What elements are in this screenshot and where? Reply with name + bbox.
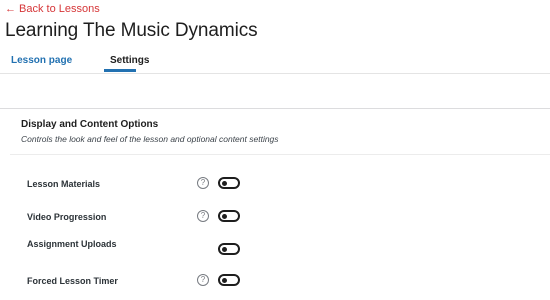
toggle-knob <box>222 278 227 283</box>
back-to-lessons-link[interactable]: ← Back to Lessons <box>5 3 100 15</box>
spacer <box>0 74 550 108</box>
panel-divider <box>0 108 550 109</box>
help-icon[interactable]: ? <box>197 210 209 222</box>
tab-lesson-page[interactable]: Lesson page <box>11 55 72 66</box>
setting-label: Forced Lesson Timer <box>27 276 118 286</box>
toggle-knob <box>222 181 227 186</box>
tab-settings[interactable]: Settings <box>110 55 149 66</box>
setting-row-lesson-materials: Lesson Materials ? <box>0 174 550 194</box>
lesson-materials-toggle[interactable] <box>218 177 240 189</box>
setting-row-forced-lesson-timer: Forced Lesson Timer ? <box>0 271 550 291</box>
tab-bar: Lesson page Settings <box>0 51 550 75</box>
section-divider <box>10 154 550 155</box>
assignment-uploads-toggle[interactable] <box>218 243 240 255</box>
setting-label: Assignment Uploads <box>27 239 117 249</box>
help-icon[interactable]: ? <box>197 177 209 189</box>
active-tab-indicator <box>104 69 136 72</box>
setting-row-video-progression: Video Progression ? <box>0 207 550 227</box>
section-title: Display and Content Options <box>21 119 159 130</box>
setting-row-assignment-uploads: Assignment Uploads <box>0 237 550 257</box>
section-description: Controls the look and feel of the lesson… <box>21 134 279 144</box>
toggle-knob <box>222 214 227 219</box>
forced-lesson-timer-toggle[interactable] <box>218 274 240 286</box>
arrow-left-icon: ← <box>5 2 16 15</box>
setting-label: Lesson Materials <box>27 179 101 189</box>
help-icon[interactable]: ? <box>197 274 209 286</box>
back-link-label: Back to Lessons <box>19 3 100 15</box>
toggle-knob <box>222 247 227 252</box>
page-title: Learning The Music Dynamics <box>5 20 258 41</box>
setting-label: Video Progression <box>27 212 107 222</box>
video-progression-toggle[interactable] <box>218 210 240 222</box>
